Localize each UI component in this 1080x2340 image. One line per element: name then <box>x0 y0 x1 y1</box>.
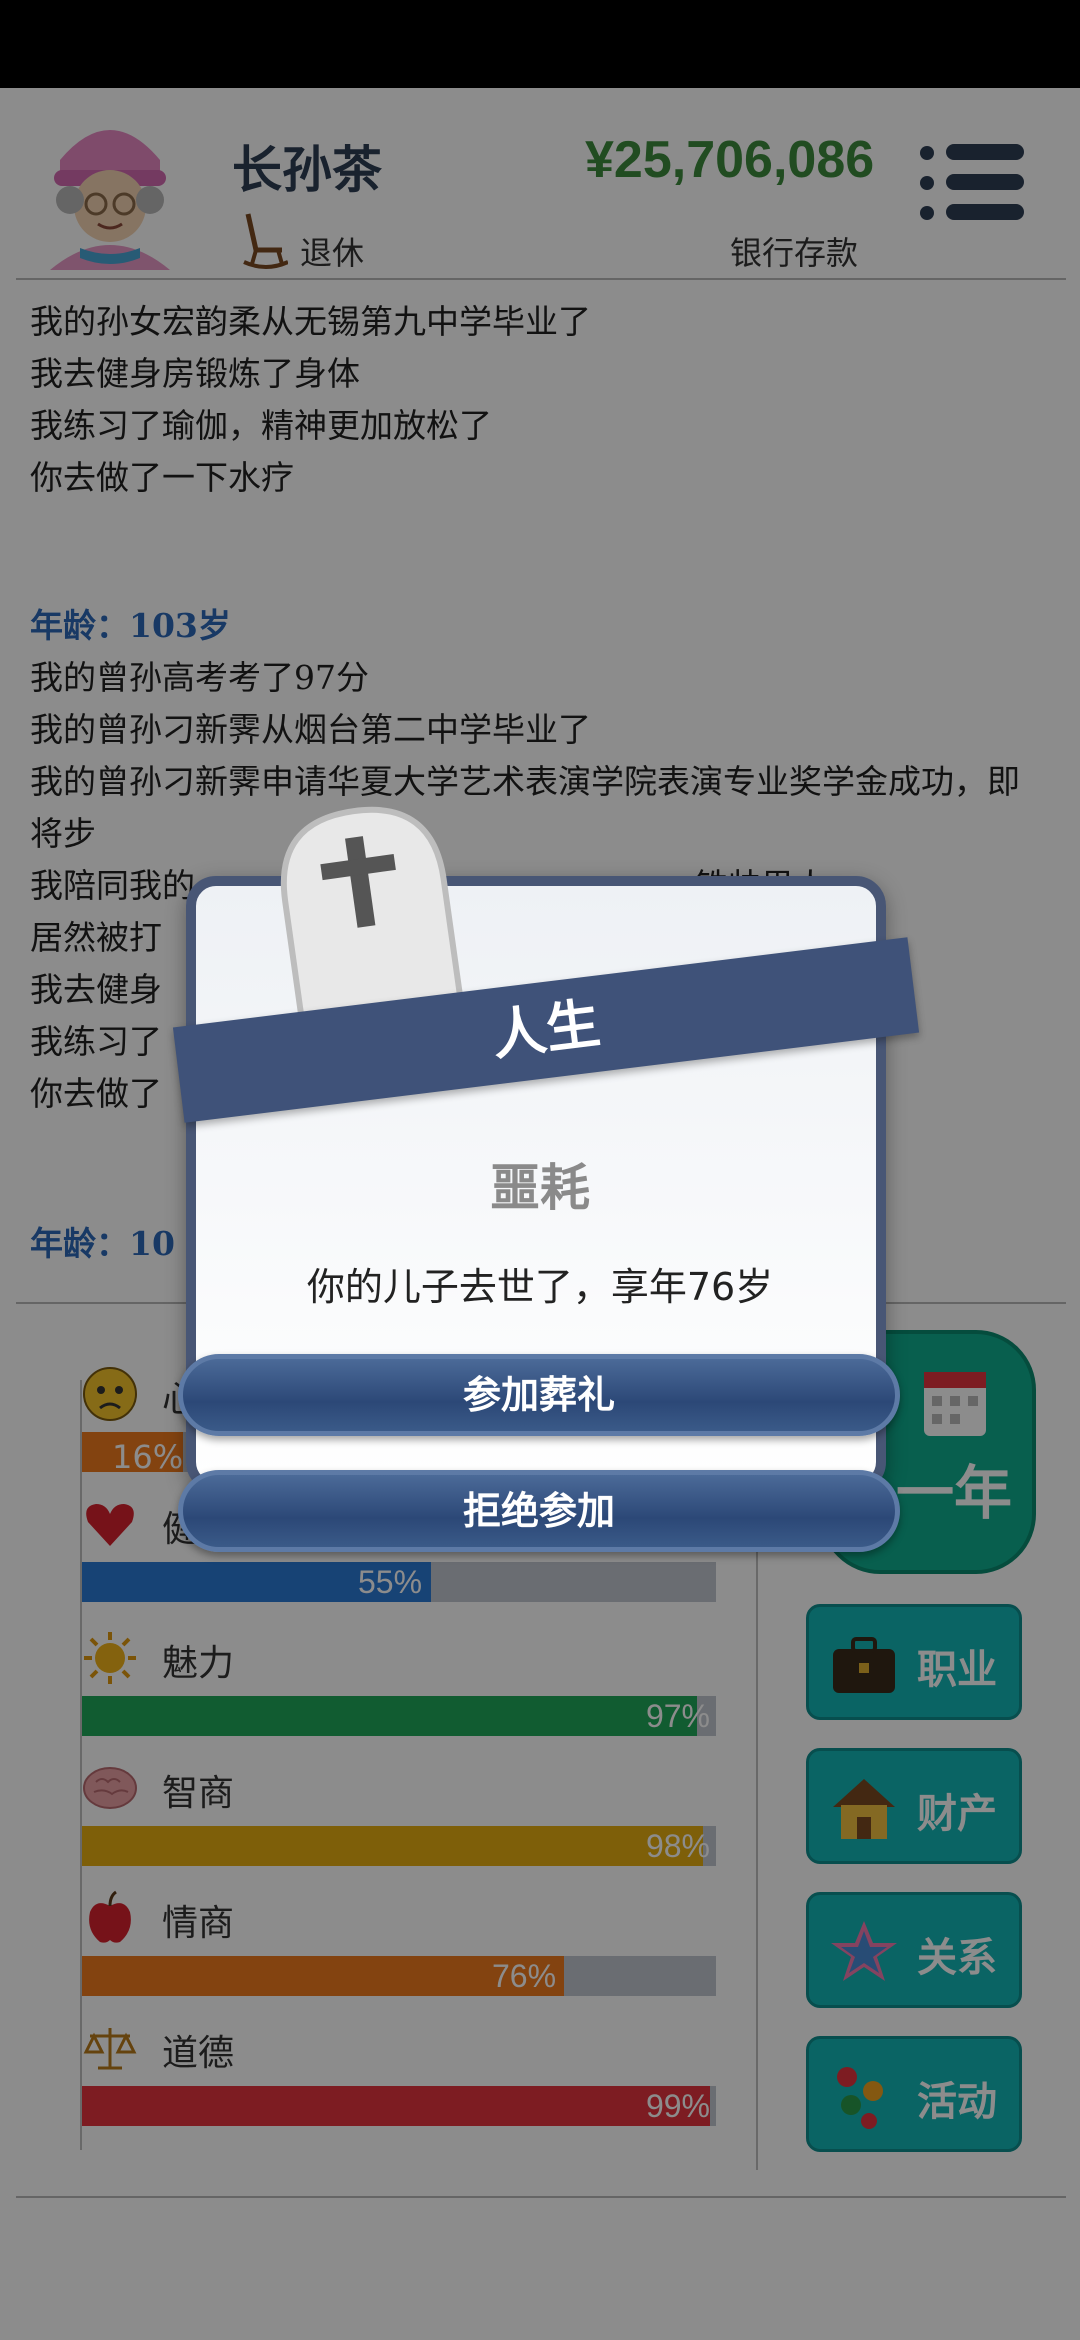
attend-funeral-label: 参加葬礼 <box>462 1373 615 1417</box>
status-bar <box>0 0 1080 88</box>
dialog-heading: 噩耗 <box>490 1159 590 1217</box>
decline-label: 拒绝参加 <box>462 1489 615 1533</box>
decline-button[interactable]: 拒绝参加 <box>178 1470 900 1552</box>
attend-funeral-button[interactable]: 参加葬礼 <box>178 1354 900 1436</box>
dialog-message: 你的儿子去世了，享年76岁 <box>306 1265 774 1309</box>
